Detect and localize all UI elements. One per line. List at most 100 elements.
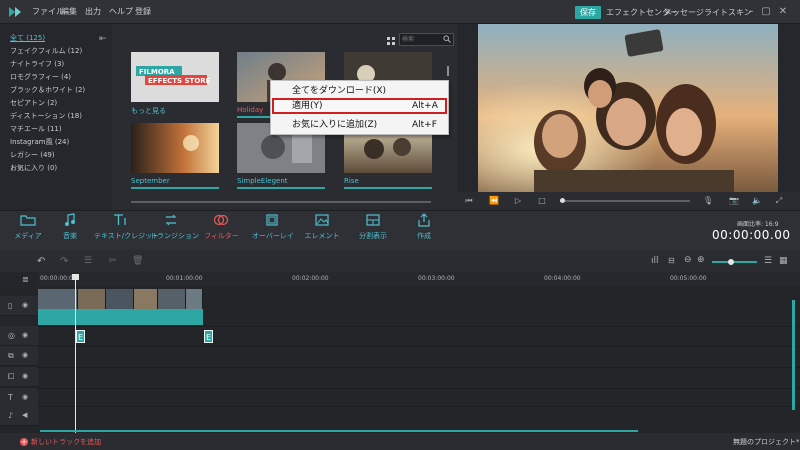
filter-marker-end[interactable]: E	[204, 330, 213, 343]
search-icon[interactable]	[443, 35, 451, 43]
timeline-vertical-scrollbar[interactable]	[792, 300, 795, 410]
filter-thumb-september[interactable]	[131, 123, 219, 173]
search-input[interactable]	[402, 34, 442, 45]
selfie-preview-image	[478, 24, 778, 192]
minimize-icon[interactable]: –	[744, 4, 758, 20]
filter-marker-start[interactable]: E	[76, 330, 85, 343]
track-divider	[38, 346, 800, 347]
zoom-in-icon[interactable]: ⊕	[697, 255, 705, 265]
menu-export[interactable]: 出力	[85, 0, 101, 24]
eye-icon[interactable]: ◉	[22, 351, 30, 359]
ruler-tick: 00:03:00:00	[418, 275, 455, 282]
ruler-tick: 00:04:00:00	[544, 275, 581, 282]
menu-item-apply[interactable]: 適用(Y) Alt+A	[272, 98, 447, 114]
save-button[interactable]: 保存	[575, 6, 601, 19]
category-fake-film[interactable]: フェイクフィルム (12)	[10, 45, 82, 57]
menu-item-add-favorite[interactable]: お気に入りに追加(Z) Alt+F	[272, 117, 447, 133]
menu-help[interactable]: ヘルプ	[109, 0, 133, 24]
grid-horizontal-scrollbar[interactable]	[131, 201, 431, 203]
close-icon[interactable]: ✕	[776, 4, 790, 20]
grid-layout-icon[interactable]: ▦	[779, 256, 788, 266]
menu-file[interactable]: ファイル	[32, 0, 64, 24]
maximize-icon[interactable]: ▢	[759, 4, 773, 20]
toolbar-label: オーバーレイ	[252, 232, 294, 240]
toolbar-element-button[interactable]: エレメント	[304, 213, 340, 241]
adjust-icon[interactable]: ☰	[84, 256, 92, 266]
category-legacy[interactable]: レガシー (49)	[10, 149, 55, 161]
speaker-icon[interactable]: ◀	[22, 411, 30, 419]
store-line2: EFFECTS STORE	[148, 77, 211, 85]
playhead[interactable]	[75, 276, 76, 433]
category-lomography[interactable]: ロモグラフィー (4)	[10, 71, 71, 83]
skip-back-icon[interactable]: ⏮	[464, 196, 474, 206]
category-favorites[interactable]: お気に入り (0)	[10, 162, 57, 174]
toolbar-media-button[interactable]: メディア	[11, 213, 45, 241]
toolbar-label: 音楽	[63, 232, 77, 240]
category-black-white[interactable]: ブラック＆ホワイト (2)	[10, 84, 85, 96]
audio-mixer-icon[interactable]: ıll	[651, 256, 659, 266]
text-icon	[114, 214, 126, 225]
menu-edit[interactable]: 編集	[61, 0, 77, 24]
category-sepia[interactable]: セピアトン (2)	[10, 97, 57, 109]
video-clip[interactable]	[38, 309, 203, 325]
folder-icon	[20, 215, 36, 226]
toolbar-label: エレメント	[304, 232, 340, 240]
stop-icon[interactable]: □	[537, 196, 547, 206]
toolbar-overlay-button[interactable]: オーバーレイ	[252, 213, 294, 241]
grid-view-icon[interactable]	[386, 36, 396, 46]
fit-timeline-icon[interactable]: ⊟	[668, 256, 675, 265]
track-divider	[38, 388, 800, 389]
eye-icon[interactable]: ◉	[22, 393, 30, 401]
zoom-slider[interactable]	[712, 259, 757, 265]
filter-track-icon: ◎	[8, 331, 15, 340]
track-header-video: ▯ ◉	[0, 296, 38, 316]
undo-icon[interactable]: ↶	[37, 256, 45, 267]
delete-icon[interactable]: 🗑	[132, 256, 143, 266]
toolbar-export-button[interactable]: 作成	[410, 213, 438, 241]
eye-icon[interactable]: ◉	[22, 372, 30, 380]
category-distortion[interactable]: ディストーション (18)	[10, 110, 82, 122]
zoom-slider-knob[interactable]	[728, 259, 734, 265]
playback-progress-bar[interactable]	[560, 198, 690, 203]
toolbar-transition-button[interactable]: トランジション	[150, 213, 199, 241]
toolbar-split-screen-button[interactable]: 分割表示	[356, 213, 390, 241]
eye-icon[interactable]: ◉	[22, 331, 30, 339]
status-bar	[0, 433, 800, 450]
volume-icon[interactable]: 🔈	[752, 196, 762, 206]
toolbar-text-button[interactable]: テキスト/クレジット	[94, 213, 159, 241]
project-name: 無題のプロジェクト*	[733, 438, 800, 446]
grid-vertical-scrollbar[interactable]	[447, 66, 449, 76]
toolbar-filter-button[interactable]: フィルター	[204, 213, 239, 241]
filter-thumb-store[interactable]: FILMORA EFFECTS STORE	[131, 52, 219, 102]
category-all[interactable]: 全て (125)	[10, 32, 45, 44]
menu-item-label: お気に入りに追加(Z)	[292, 120, 378, 130]
play-icon[interactable]: ▷	[513, 196, 523, 206]
category-matiere[interactable]: マチエール (11)	[10, 123, 62, 135]
timeline-horizontal-scrollbar[interactable]	[40, 430, 638, 432]
redo-icon[interactable]: ↷	[60, 256, 68, 267]
list-view-icon[interactable]: ☰	[764, 256, 772, 266]
track-settings-icon[interactable]: ≣	[22, 275, 29, 284]
message-button[interactable]: メッセージ	[664, 6, 704, 19]
image-icon	[315, 214, 329, 226]
category-nightlife[interactable]: ナイトライフ (3)	[10, 58, 64, 70]
search-field[interactable]	[399, 33, 454, 46]
eye-icon[interactable]: ◉	[22, 301, 30, 309]
zoom-out-icon[interactable]: ⊖	[684, 255, 692, 265]
microphone-icon[interactable]: 🎙	[703, 196, 713, 206]
transition-icon	[165, 214, 177, 226]
ruler-tick: 00:02:00:00	[292, 275, 329, 282]
playback-scrubber[interactable]	[560, 198, 565, 203]
category-instagram[interactable]: Instagram風 (24)	[10, 136, 69, 148]
fullscreen-icon[interactable]: ⤢	[774, 196, 784, 206]
camera-snapshot-icon[interactable]: 📷	[729, 196, 739, 206]
thumb-label-more: もっと見る	[131, 107, 166, 115]
menu-item-download-all[interactable]: 全てをダウンロード(X)	[272, 83, 447, 99]
collapse-panel-icon[interactable]: ⇤	[99, 34, 109, 44]
add-track-button[interactable]: + 新しいトラックを追加	[20, 437, 101, 447]
track-divider	[38, 326, 800, 327]
toolbar-music-button[interactable]: 音楽	[56, 213, 84, 241]
step-back-icon[interactable]: ⏪	[489, 196, 499, 206]
cut-icon[interactable]: ✂	[109, 256, 117, 266]
menu-register[interactable]: 登録	[135, 0, 151, 24]
